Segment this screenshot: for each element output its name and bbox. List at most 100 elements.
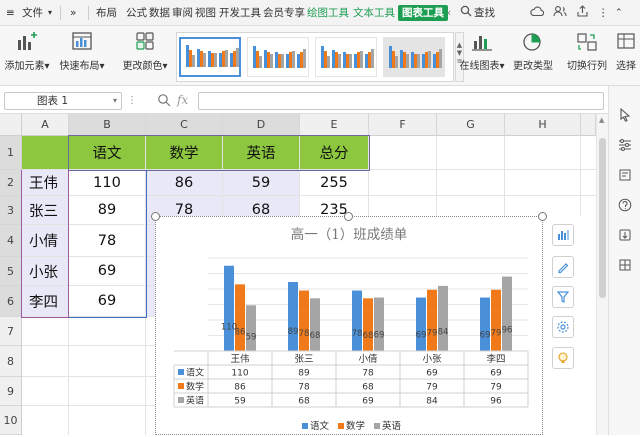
quick-layout-button[interactable]: 快速布局▾ [56, 30, 108, 74]
chart-style-thumb-2[interactable] [247, 37, 309, 77]
column-header[interactable]: B [69, 114, 146, 136]
cell-b3[interactable]: 89 [69, 196, 146, 225]
share-icon[interactable] [576, 5, 589, 21]
select-arrow-icon[interactable] [618, 107, 632, 125]
column-header[interactable]: F [369, 114, 437, 136]
cell-a5[interactable]: 小张 [22, 257, 69, 286]
row-header[interactable]: 4 [0, 225, 22, 257]
resize-handle[interactable] [538, 212, 547, 221]
formula-input[interactable] [198, 92, 604, 110]
table-value: 69 [490, 369, 502, 379]
cell-d1[interactable]: 英语 [223, 136, 300, 170]
chevron-down-icon[interactable]: ▾ [48, 5, 52, 21]
quick-layout-label: 快速布局▾ [59, 61, 105, 72]
tab-data[interactable]: 数据 [149, 5, 170, 21]
cell-c1[interactable]: 数学 [146, 136, 223, 170]
cell-b1[interactable]: 语文 [69, 136, 146, 170]
online-chart-label: 在线图表▾ [459, 61, 505, 72]
chevron-left-icon[interactable]: ‹ [447, 5, 451, 21]
row-header[interactable]: 9 [0, 377, 22, 406]
switch-row-col-button[interactable]: 切换行列 [564, 30, 610, 74]
cell-a2[interactable]: 王伟 [22, 170, 69, 196]
grid-icon[interactable] [618, 258, 632, 275]
help-icon[interactable] [618, 198, 632, 215]
cell-a3[interactable]: 张三 [22, 196, 69, 225]
row-header[interactable]: 5 [0, 257, 22, 286]
cell-e2[interactable]: 255 [300, 170, 369, 196]
cell-a4[interactable]: 小倩 [22, 225, 69, 257]
column-header[interactable]: C [146, 114, 223, 136]
file-menu[interactable]: 文件 [22, 5, 43, 21]
cell-b5[interactable]: 69 [69, 257, 146, 286]
select-data-icon [612, 30, 640, 54]
change-type-button[interactable]: 更改类型 [510, 30, 556, 74]
chart-style-thumb-4[interactable] [383, 37, 445, 77]
tab-drawing-tools[interactable]: 绘图工具 [307, 5, 349, 21]
row-header[interactable]: 1 [0, 136, 22, 170]
column-header[interactable]: A [22, 114, 69, 136]
fx-icon[interactable]: fx [177, 93, 188, 107]
cell-c2[interactable]: 86 [146, 170, 223, 196]
cell-e1[interactable]: 总分 [300, 136, 369, 170]
chart-tips-button[interactable] [552, 347, 574, 369]
cell-b6[interactable]: 69 [69, 286, 146, 317]
chart-style-button[interactable] [552, 256, 574, 278]
scroll-up-icon[interactable]: ▲ [599, 116, 604, 124]
cell-b2[interactable]: 110 [69, 170, 146, 196]
select-all-corner[interactable] [0, 114, 22, 136]
column-header[interactable]: H [505, 114, 581, 136]
tab-developer[interactable]: 开发工具 [219, 5, 261, 21]
tab-member[interactable]: 会员专享 [263, 5, 305, 21]
more-tabs-button[interactable]: » [70, 5, 76, 21]
tab-text-tools[interactable]: 文本工具 [353, 5, 395, 21]
row-header[interactable]: 3 [0, 196, 22, 225]
cell-b4[interactable]: 78 [69, 225, 146, 257]
cell-a1[interactable] [22, 136, 69, 170]
name-box[interactable]: 图表 1 ▾ [4, 92, 122, 110]
chevron-up-icon[interactable]: ⌃ [615, 5, 623, 21]
column-header[interactable]: D [223, 114, 300, 136]
chart-title[interactable]: 高一（1）班成绩单 [156, 223, 542, 243]
chart-object[interactable]: 110 86 59 89 78 68 78 68 69 69 79 84 69 79 96 王伟 张三 小倩 小张… [155, 216, 543, 435]
chart-elements-button[interactable] [552, 224, 574, 246]
cell-d2[interactable]: 59 [223, 170, 300, 196]
search-label[interactable]: 查找 [474, 5, 495, 21]
format-icon[interactable] [618, 168, 632, 185]
chart-style-thumb-3[interactable] [315, 37, 377, 77]
tab-formula[interactable]: 公式 [126, 5, 147, 21]
scrollbar-thumb[interactable] [599, 138, 606, 298]
column-header[interactable]: G [437, 114, 505, 136]
tab-chart-tools[interactable]: 图表工具 [398, 5, 448, 21]
row-header[interactable]: 6 [0, 286, 22, 317]
property-icon[interactable] [618, 138, 632, 155]
chart-settings-button[interactable] [552, 316, 574, 338]
collaborate-icon[interactable] [553, 5, 567, 21]
column-header[interactable]: E [300, 114, 369, 136]
search-icon[interactable] [460, 5, 472, 21]
row-header[interactable]: 10 [0, 406, 22, 435]
more-options-icon[interactable]: ⋮ [127, 95, 137, 106]
more-options-icon[interactable]: ⋮ [598, 5, 610, 21]
online-chart-button[interactable]: 在线图表▾ [456, 30, 508, 74]
resize-handle[interactable] [344, 212, 353, 221]
row-header[interactable]: 8 [0, 346, 22, 377]
column-header[interactable] [581, 114, 596, 136]
select-data-button[interactable]: 选择 [612, 30, 640, 74]
chart-filter-button[interactable] [552, 286, 574, 308]
zoom-icon[interactable] [157, 93, 171, 110]
menu-icon[interactable]: ≡ [6, 5, 16, 21]
change-color-button[interactable]: 更改颜色▾ [120, 30, 170, 74]
row-header[interactable]: 7 [0, 317, 22, 346]
backup-icon[interactable] [618, 228, 632, 245]
add-element-button[interactable]: 添加元素▾ [2, 30, 52, 74]
tab-layout[interactable]: 布局 [96, 5, 117, 21]
chart-style-thumb-1[interactable] [179, 37, 241, 77]
tab-view[interactable]: 视图 [195, 5, 216, 21]
cell-a6[interactable]: 李四 [22, 286, 69, 317]
tab-review[interactable]: 审阅 [172, 5, 193, 21]
switch-row-col-label: 切换行列 [567, 61, 607, 72]
vertical-scrollbar[interactable]: ▲ [596, 114, 608, 435]
resize-handle[interactable] [151, 212, 160, 221]
cloud-sync-icon[interactable] [530, 5, 545, 21]
row-header[interactable]: 2 [0, 170, 22, 196]
